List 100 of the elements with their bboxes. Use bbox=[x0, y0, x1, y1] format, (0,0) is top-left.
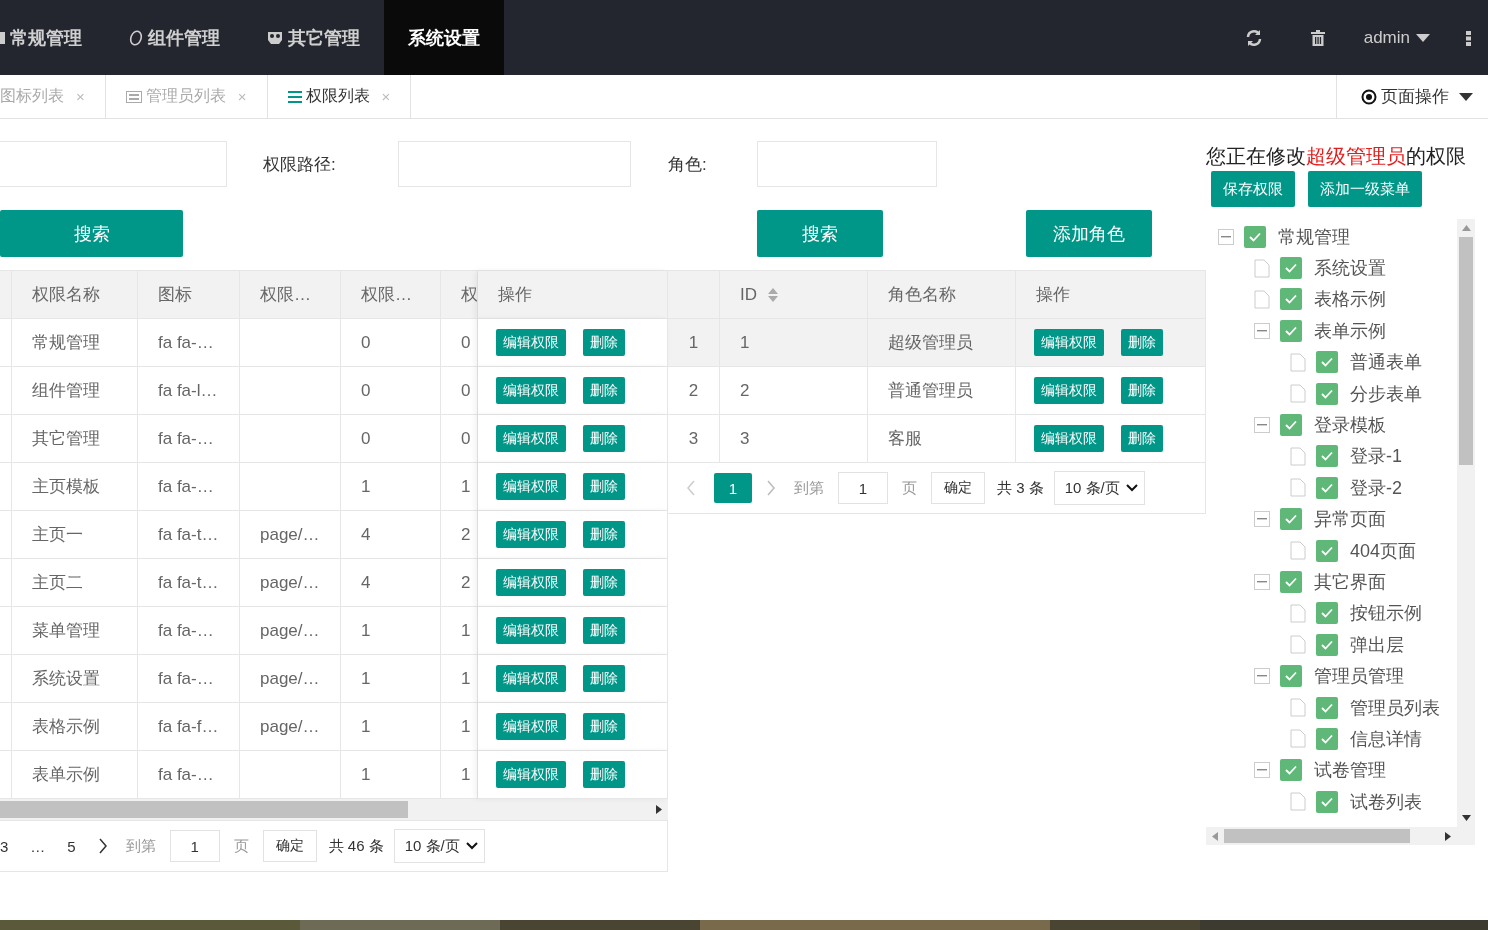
delete-button[interactable]: 删除 bbox=[1121, 377, 1163, 404]
delete-button[interactable]: 删除 bbox=[583, 521, 625, 548]
scroll-up-icon[interactable] bbox=[1461, 225, 1471, 231]
edit-permission-button[interactable]: 编辑权限 bbox=[496, 377, 566, 404]
page-tab[interactable]: 权限列表 × bbox=[267, 75, 412, 118]
tree-item-label[interactable]: 普通表单 bbox=[1350, 350, 1422, 375]
page-number[interactable]: 1 bbox=[714, 473, 752, 503]
scrollbar-thumb[interactable] bbox=[1459, 237, 1473, 465]
page-number[interactable]: … bbox=[30, 831, 46, 861]
checkbox[interactable] bbox=[1280, 414, 1302, 437]
confirm-button[interactable]: 确定 bbox=[262, 830, 317, 862]
checkbox[interactable] bbox=[1280, 665, 1302, 688]
scroll-left-icon[interactable] bbox=[1212, 831, 1218, 841]
delete-button[interactable]: 删除 bbox=[583, 329, 625, 356]
delete-button[interactable]: 删除 bbox=[1121, 425, 1163, 452]
nav-menu-item[interactable]: 系统设置 bbox=[384, 0, 504, 75]
sort-icon[interactable] bbox=[767, 286, 779, 303]
tree-item-label[interactable]: 弹出层 bbox=[1350, 632, 1404, 657]
refresh-icon[interactable] bbox=[1244, 28, 1263, 47]
add-menu-button[interactable]: 添加一级菜单 bbox=[1308, 171, 1422, 207]
column-header[interactable]: ID bbox=[720, 271, 868, 319]
collapse-toggle[interactable] bbox=[1254, 322, 1270, 339]
tree-item-label[interactable]: 系统设置 bbox=[1314, 256, 1386, 281]
save-permission-button[interactable]: 保存权限 bbox=[1211, 171, 1295, 207]
checkbox[interactable] bbox=[1280, 257, 1302, 280]
close-icon[interactable]: × bbox=[237, 88, 247, 105]
tree-item-label[interactable]: 异常页面 bbox=[1314, 507, 1386, 532]
tree-item-label[interactable]: 分步表单 bbox=[1350, 381, 1422, 406]
edit-permission-button[interactable]: 编辑权限 bbox=[496, 617, 566, 644]
tree-item-label[interactable]: 试卷列表 bbox=[1350, 789, 1422, 814]
next-page-icon[interactable] bbox=[97, 838, 108, 854]
search-button[interactable]: 搜索 bbox=[757, 210, 883, 257]
page-tab[interactable]: 图标列表 × bbox=[0, 75, 106, 118]
page-size-select[interactable]: 10 条/页 bbox=[393, 829, 485, 863]
page-input[interactable]: 1 bbox=[838, 472, 888, 504]
delete-button[interactable]: 删除 bbox=[583, 713, 625, 740]
checkbox[interactable] bbox=[1244, 225, 1266, 248]
scroll-right-icon[interactable] bbox=[1445, 831, 1451, 841]
collapse-toggle[interactable] bbox=[1254, 574, 1270, 590]
page-size-select[interactable]: 10 条/页 bbox=[1053, 471, 1145, 505]
edit-permission-button[interactable]: 编辑权限 bbox=[496, 665, 566, 692]
edit-permission-button[interactable]: 编辑权限 bbox=[496, 425, 566, 452]
checkbox[interactable] bbox=[1316, 382, 1338, 405]
edit-permission-button[interactable]: 编辑权限 bbox=[1034, 329, 1104, 356]
tree-item-label[interactable]: 管理员管理 bbox=[1314, 664, 1404, 689]
edit-permission-button[interactable]: 编辑权限 bbox=[1034, 425, 1104, 452]
checkbox[interactable] bbox=[1316, 633, 1338, 656]
edit-permission-button[interactable]: 编辑权限 bbox=[496, 329, 566, 356]
collapse-toggle[interactable] bbox=[1254, 511, 1270, 528]
checkbox[interactable] bbox=[1316, 790, 1338, 813]
add-role-button[interactable]: 添加角色 bbox=[1026, 210, 1152, 257]
checkbox[interactable] bbox=[1316, 476, 1338, 499]
close-icon[interactable]: × bbox=[381, 88, 391, 105]
page-number[interactable]: 5 bbox=[67, 831, 76, 861]
page-tab[interactable]: 管理员列表 × bbox=[105, 75, 268, 118]
edit-permission-button[interactable]: 编辑权限 bbox=[496, 521, 566, 548]
nav-menu-item[interactable]: 其它管理 bbox=[244, 0, 384, 75]
scroll-down-icon[interactable] bbox=[1461, 815, 1471, 821]
close-icon[interactable]: × bbox=[76, 88, 85, 105]
checkbox[interactable] bbox=[1316, 602, 1338, 625]
checkbox[interactable] bbox=[1280, 508, 1302, 531]
checkbox[interactable] bbox=[1316, 727, 1338, 750]
tree-item-label[interactable]: 404页面 bbox=[1350, 538, 1417, 563]
checkbox[interactable] bbox=[1316, 351, 1338, 374]
delete-button[interactable]: 删除 bbox=[583, 665, 625, 692]
delete-button[interactable]: 删除 bbox=[583, 425, 625, 452]
tree-item-label[interactable]: 按钮示例 bbox=[1350, 601, 1422, 626]
page-input[interactable]: 1 bbox=[169, 830, 220, 862]
tree-item-label[interactable]: 试卷管理 bbox=[1314, 758, 1386, 783]
checkbox[interactable] bbox=[1316, 696, 1338, 719]
delete-button[interactable]: 删除 bbox=[583, 473, 625, 500]
input-field[interactable] bbox=[398, 141, 631, 187]
delete-button[interactable]: 删除 bbox=[583, 569, 625, 596]
checkbox[interactable] bbox=[1316, 445, 1338, 468]
delete-button[interactable]: 删除 bbox=[583, 617, 625, 644]
scrollbar-thumb[interactable] bbox=[0, 801, 408, 818]
page-number[interactable]: 3 bbox=[0, 831, 9, 861]
tree-item-label[interactable]: 登录-2 bbox=[1350, 475, 1402, 500]
input-field[interactable] bbox=[757, 141, 937, 187]
tree-item-label[interactable]: 管理员列表 bbox=[1350, 695, 1440, 720]
collapse-toggle[interactable] bbox=[1254, 417, 1270, 434]
tree-item-label[interactable]: 登录-1 bbox=[1350, 444, 1402, 469]
input-field[interactable] bbox=[0, 141, 227, 187]
checkbox[interactable] bbox=[1280, 319, 1302, 342]
tree-item-label[interactable]: 表格示例 bbox=[1314, 287, 1386, 312]
confirm-button[interactable]: 确定 bbox=[931, 472, 985, 504]
collapse-toggle[interactable] bbox=[1254, 668, 1270, 685]
edit-permission-button[interactable]: 编辑权限 bbox=[496, 713, 566, 740]
delete-button[interactable]: 删除 bbox=[583, 761, 625, 788]
edit-permission-button[interactable]: 编辑权限 bbox=[496, 569, 566, 596]
scrollbar-thumb[interactable] bbox=[1224, 829, 1410, 843]
checkbox[interactable] bbox=[1316, 539, 1338, 562]
collapse-toggle[interactable] bbox=[1218, 228, 1234, 245]
tree-item-label[interactable]: 其它界面 bbox=[1314, 570, 1386, 594]
delete-button[interactable]: 删除 bbox=[583, 377, 625, 404]
trash-icon[interactable] bbox=[1310, 29, 1325, 46]
tree-item-label[interactable]: 信息详情 bbox=[1350, 726, 1422, 751]
edit-permission-button[interactable]: 编辑权限 bbox=[496, 761, 566, 788]
search-button[interactable]: 搜索 bbox=[0, 210, 183, 257]
tree-item-label[interactable]: 登录模板 bbox=[1314, 413, 1386, 438]
